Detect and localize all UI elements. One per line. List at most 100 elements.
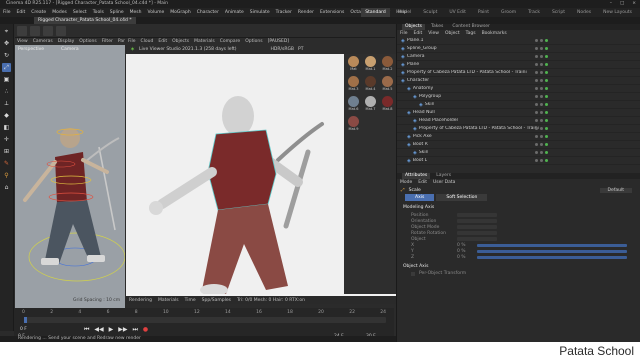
layout-tab-standard[interactable]: Standard <box>361 8 390 17</box>
object-visibility-dots[interactable] <box>535 95 548 98</box>
attributes-menu-edit[interactable]: Edit <box>418 179 427 186</box>
object-row[interactable]: ◈ Skin <box>397 101 640 109</box>
material-swatch[interactable]: Mat.3 <box>346 76 361 94</box>
layout-tab-groom[interactable]: Groom <box>497 8 520 17</box>
visibility-dot-icon[interactable] <box>535 55 538 58</box>
attributes-menu-mode[interactable]: Mode <box>400 179 412 186</box>
object-visibility-dots[interactable] <box>535 111 548 114</box>
timeline-track[interactable] <box>24 317 386 323</box>
object-axis-section[interactable]: Object Axis <box>403 264 640 271</box>
polygon-mode-icon[interactable]: ◆ <box>2 111 11 120</box>
viewer-menu-objects[interactable]: Objects <box>172 38 189 45</box>
record-icon[interactable]: ● <box>143 326 148 334</box>
object-row[interactable]: ◈ Plane.1 <box>397 37 640 45</box>
axis-icon[interactable]: ✛ <box>2 135 11 144</box>
attribute-slider[interactable] <box>477 249 627 253</box>
visibility-dot-icon[interactable] <box>540 39 543 42</box>
material-swatch[interactable]: Mat.1 <box>363 56 378 74</box>
layout-tab-nodes[interactable]: Nodes <box>573 8 595 17</box>
layout-tab-track[interactable]: Track <box>524 8 544 17</box>
menu-select[interactable]: Select <box>73 8 87 17</box>
weight-icon[interactable]: ⚲ <box>2 171 11 180</box>
menu-tracker[interactable]: Tracker <box>276 8 292 17</box>
menu-create[interactable]: Create <box>31 8 46 17</box>
attribute-input[interactable] <box>457 237 497 241</box>
object-visibility-dots[interactable] <box>535 127 548 130</box>
material-swatch[interactable]: Mat.9 <box>346 116 361 134</box>
visibility-dot-icon[interactable] <box>535 103 538 106</box>
material-swatch[interactable]: Mat.7 <box>363 96 378 114</box>
visibility-dot-icon[interactable] <box>545 39 548 42</box>
object-row[interactable]: ◈ Anatomy <box>397 85 640 93</box>
viewer-menu-file[interactable]: File <box>128 38 136 45</box>
camera-select[interactable]: PT <box>298 47 303 52</box>
menu-volume[interactable]: Volume <box>148 8 165 17</box>
viewport-menu-view[interactable]: View <box>17 38 28 45</box>
visibility-dot-icon[interactable] <box>535 79 538 82</box>
render-start-icon[interactable]: ✶ <box>130 46 135 53</box>
attributes-subtab-axis[interactable]: Axis <box>405 194 435 201</box>
play-icon[interactable]: ▶ <box>109 326 114 334</box>
material-swatch[interactable]: Mat <box>346 56 361 74</box>
menu-animate[interactable]: Animate <box>225 8 244 17</box>
visibility-dot-icon[interactable] <box>540 151 543 154</box>
visibility-dot-icon[interactable] <box>545 47 548 50</box>
object-visibility-dots[interactable] <box>535 71 548 74</box>
hdr-toggle[interactable]: HDR/sRGB <box>270 47 294 52</box>
render-view-icon[interactable] <box>43 26 53 36</box>
viewer-menu-options[interactable]: Options <box>245 38 262 45</box>
object-row[interactable]: ◈ Property of Cabeza Patata LTD - Patata … <box>397 125 640 133</box>
uv-mode-icon[interactable]: ◧ <box>2 123 11 132</box>
redo-icon[interactable] <box>30 26 40 36</box>
visibility-dot-icon[interactable] <box>540 159 543 162</box>
document-tab[interactable]: Rigged Character_Patata School_04.c4d * <box>34 17 136 24</box>
object-visibility-dots[interactable] <box>535 151 548 154</box>
objects-menu-file[interactable]: File <box>400 30 408 37</box>
menu-character[interactable]: Character <box>197 8 219 17</box>
per-object-checkbox[interactable] <box>411 271 415 276</box>
object-visibility-dots[interactable] <box>535 119 548 122</box>
new-layouts-select[interactable]: New Layouts <box>599 8 636 17</box>
object-visibility-dots[interactable] <box>535 55 548 58</box>
menu-extensions[interactable]: Extensions <box>320 8 344 17</box>
visibility-dot-icon[interactable] <box>545 127 548 130</box>
visibility-dot-icon[interactable] <box>540 79 543 82</box>
visibility-dot-icon[interactable] <box>535 119 538 122</box>
visibility-dot-icon[interactable] <box>545 159 548 162</box>
attribute-input[interactable] <box>457 225 497 229</box>
object-row[interactable]: ◈ Boot L <box>397 157 640 165</box>
go-end-icon[interactable]: ⏭ <box>133 326 138 334</box>
object-row[interactable]: ◈ Boot R <box>397 141 640 149</box>
attribute-input[interactable] <box>457 213 497 217</box>
attribute-slider[interactable] <box>477 255 627 259</box>
points-mode-icon[interactable]: ∴ <box>2 87 11 96</box>
visibility-dot-icon[interactable] <box>540 47 543 50</box>
attribute-slider[interactable] <box>477 243 627 247</box>
visibility-dot-icon[interactable] <box>535 47 538 50</box>
snap-icon[interactable]: ⊞ <box>2 147 11 156</box>
objects-menu-edit[interactable]: Edit <box>414 30 423 37</box>
object-row[interactable]: ◈ Pick Axe <box>397 133 640 141</box>
cube-icon[interactable]: ▣ <box>2 75 11 84</box>
visibility-dot-icon[interactable] <box>540 87 543 90</box>
viewer-tab-spp-samples[interactable]: Spp/Samples <box>202 298 231 303</box>
lock-icon[interactable]: ⌂ <box>2 183 11 192</box>
scale-tool-icon[interactable]: ⤢ <box>2 63 11 72</box>
visibility-dot-icon[interactable] <box>535 159 538 162</box>
viewer-tab-rendering[interactable]: Rendering <box>129 298 152 303</box>
visibility-dot-icon[interactable] <box>535 39 538 42</box>
objects-menu-tags[interactable]: Tags <box>466 30 476 37</box>
visibility-dot-icon[interactable] <box>540 143 543 146</box>
close-button[interactable]: × <box>632 0 636 8</box>
viewport-menu-filter[interactable]: Filter <box>102 38 113 45</box>
visibility-dot-icon[interactable] <box>540 95 543 98</box>
paint-icon[interactable]: ✎ <box>2 159 11 168</box>
attribute-value[interactable]: 0 % <box>457 243 471 248</box>
menu-simulate[interactable]: Simulate <box>250 8 270 17</box>
layout-tab-script[interactable]: Script <box>548 8 569 17</box>
visibility-dot-icon[interactable] <box>535 111 538 114</box>
maximize-button[interactable]: □ <box>620 0 624 8</box>
visibility-dot-icon[interactable] <box>545 95 548 98</box>
render-settings-icon[interactable] <box>56 26 66 36</box>
object-visibility-dots[interactable] <box>535 103 548 106</box>
